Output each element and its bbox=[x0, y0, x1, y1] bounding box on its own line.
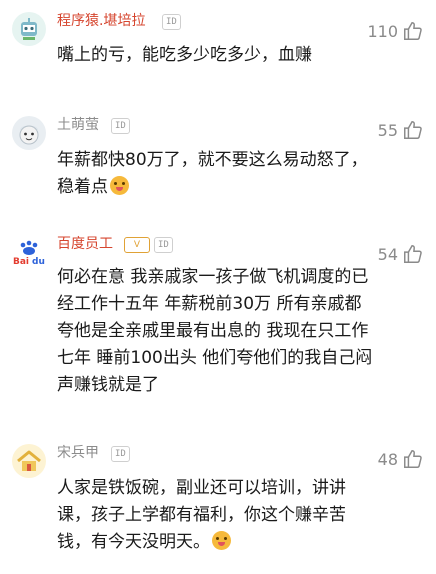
thumbs-up-icon bbox=[404, 121, 422, 139]
like-button[interactable]: 110 bbox=[367, 20, 424, 42]
emoji-icon bbox=[212, 531, 231, 550]
like-button[interactable]: 54 bbox=[378, 243, 424, 265]
username[interactable]: 宋兵甲 bbox=[57, 444, 99, 462]
verified-badge: V bbox=[124, 237, 150, 253]
comment-text: 嘴上的亏，能吃多少吃多少，血赚 bbox=[57, 45, 312, 65]
id-badge: ID bbox=[154, 237, 173, 253]
id-badge: ID bbox=[111, 446, 130, 462]
id-badge: ID bbox=[162, 14, 181, 30]
svg-text:du: du bbox=[32, 257, 45, 267]
thumbs-up-icon bbox=[404, 450, 422, 468]
like-count: 55 bbox=[377, 120, 398, 140]
like-count: 110 bbox=[367, 21, 398, 41]
comment-text: 人家是铁饭碗，副业还可以培训，讲讲课，孩子上学都有福利，你这个赚辛苦钱，有今天没… bbox=[57, 478, 346, 552]
username[interactable]: 百度员工 bbox=[57, 235, 113, 253]
cartoon-face-avatar-icon[interactable] bbox=[12, 116, 46, 150]
like-count: 48 bbox=[377, 449, 398, 469]
baidu-logo-avatar-icon[interactable]: Bai du bbox=[12, 235, 46, 269]
comment-text: 何必在意 我亲戚家一孩子做飞机调度的已经工作十五年 年薪税前30万 所有亲戚都夸… bbox=[57, 267, 373, 395]
username[interactable]: 土萌萤 bbox=[57, 116, 99, 134]
house-avatar-icon[interactable] bbox=[12, 444, 46, 478]
id-badge: ID bbox=[111, 118, 130, 134]
emoji-icon bbox=[110, 176, 129, 195]
comment-text: 年薪都快80万了，就不要这么易动怒了，稳着点 bbox=[57, 150, 368, 197]
robot-avatar-icon[interactable] bbox=[12, 12, 46, 46]
like-button[interactable]: 55 bbox=[378, 119, 424, 141]
like-button[interactable]: 48 bbox=[378, 448, 424, 470]
thumbs-up-icon bbox=[404, 22, 422, 40]
like-count: 54 bbox=[377, 244, 398, 264]
svg-text:Bai: Bai bbox=[13, 257, 29, 267]
thumbs-up-icon bbox=[404, 245, 422, 263]
username[interactable]: 程序猿.堪培拉 bbox=[57, 12, 145, 30]
